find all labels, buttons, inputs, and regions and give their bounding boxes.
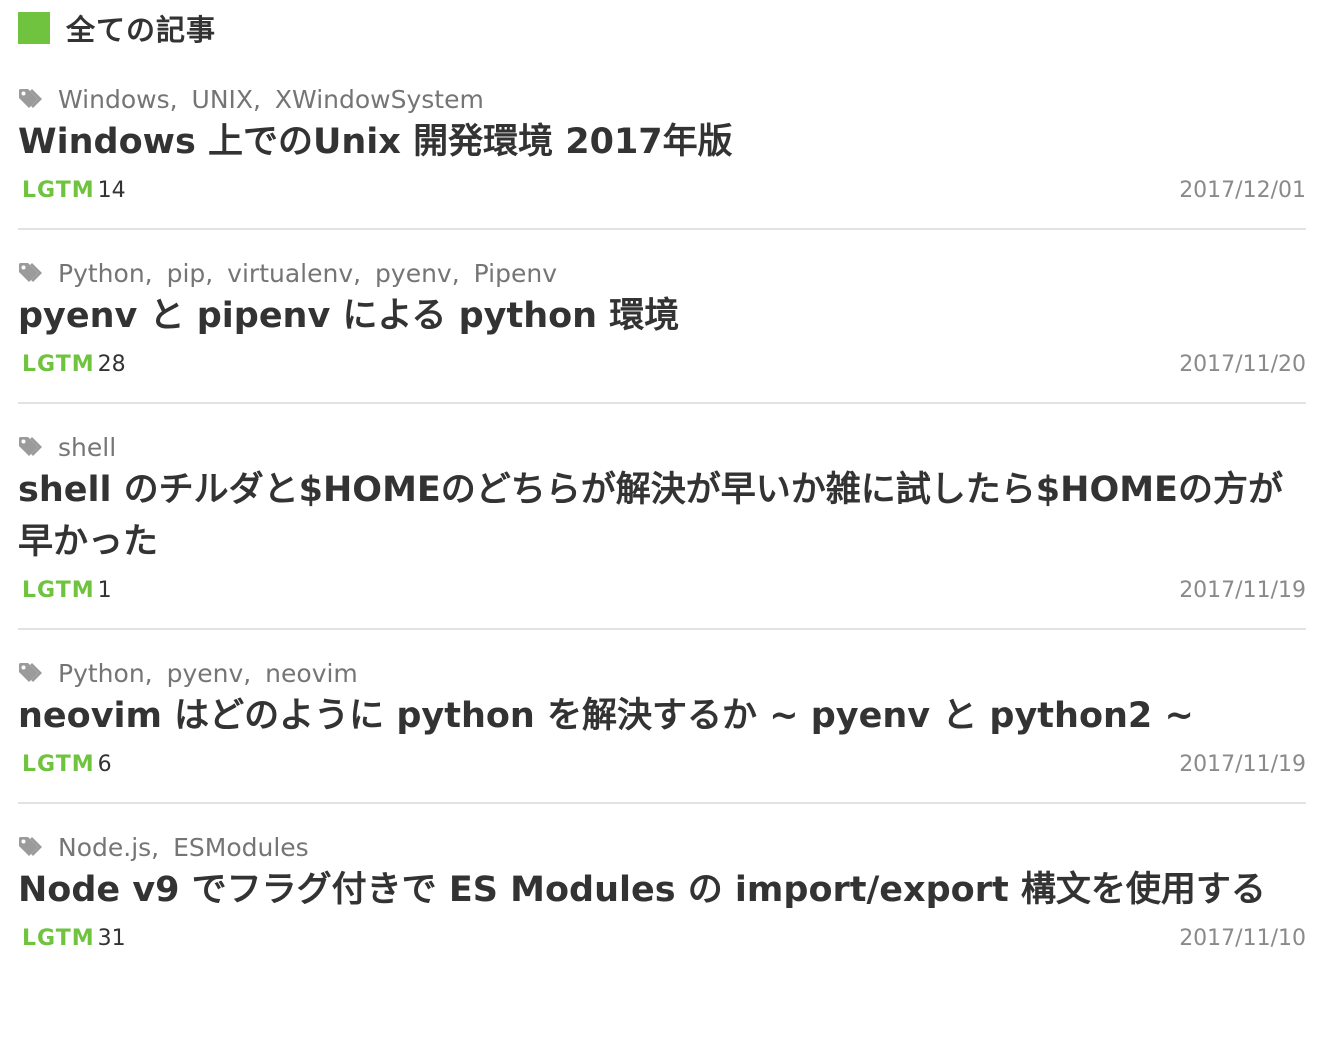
article-meta: LGTM 31 2017/11/10	[18, 916, 1306, 976]
lgtm-count: 14	[97, 177, 126, 203]
tag-link[interactable]: Pipenv	[474, 259, 557, 288]
article-tags: shell	[18, 404, 1306, 464]
article-date: 2017/11/19	[1179, 751, 1306, 777]
tags-icon	[19, 263, 42, 282]
lgtm-counter: LGTM 28	[22, 352, 126, 377]
tag-link[interactable]: Python	[58, 659, 145, 688]
tag-link[interactable]: pyenv	[375, 259, 452, 288]
lgtm-label: LGTM	[22, 351, 95, 377]
article-meta: LGTM 14 2017/12/01	[18, 168, 1306, 228]
article-meta: LGTM 28 2017/11/20	[18, 342, 1306, 402]
tag-link[interactable]: XWindowSystem	[275, 85, 484, 114]
tag-list: Python, pip, virtualenv, pyenv, Pipenv	[58, 258, 557, 288]
article-title-link[interactable]: Windows 上でのUnix 開発環境 2017年版	[18, 116, 1306, 168]
tag-link[interactable]: pip	[167, 259, 206, 288]
tags-icon	[19, 437, 42, 456]
lgtm-count: 6	[97, 751, 112, 777]
article-list-container: 全ての記事 Windows, UNIX, XWindowSystem Windo…	[18, 0, 1306, 976]
tag-list: Windows, UNIX, XWindowSystem	[58, 84, 484, 114]
tag-link[interactable]: shell	[58, 433, 116, 462]
section-title: 全ての記事	[66, 13, 217, 47]
article-date: 2017/11/10	[1179, 925, 1306, 951]
tag-link[interactable]: Windows	[58, 85, 170, 114]
tags-icon	[19, 837, 42, 856]
lgtm-label: LGTM	[22, 577, 95, 603]
lgtm-counter: LGTM 14	[22, 178, 126, 203]
tag-list: Node.js, ESModules	[58, 832, 309, 862]
section-marker	[18, 12, 50, 44]
section-header: 全ての記事	[18, 0, 1306, 56]
lgtm-label: LGTM	[22, 751, 95, 777]
article-tags: Node.js, ESModules	[18, 804, 1306, 864]
article-date: 2017/12/01	[1179, 177, 1306, 203]
tag-link[interactable]: UNIX	[192, 85, 254, 114]
article-title-link[interactable]: Node v9 でフラグ付きで ES Modules の import/expo…	[18, 864, 1306, 916]
tag-link[interactable]: Python	[58, 259, 145, 288]
tag-list: Python, pyenv, neovim	[58, 658, 358, 688]
tags-icon	[19, 89, 42, 108]
article-item: Windows, UNIX, XWindowSystem Windows 上での…	[18, 56, 1306, 230]
article-tags: Python, pip, virtualenv, pyenv, Pipenv	[18, 230, 1306, 290]
lgtm-count: 1	[97, 577, 112, 603]
tag-link[interactable]: neovim	[265, 659, 358, 688]
article-item: Python, pip, virtualenv, pyenv, Pipenv p…	[18, 230, 1306, 404]
tag-link[interactable]: virtualenv	[227, 259, 353, 288]
article-meta: LGTM 1 2017/11/19	[18, 568, 1306, 628]
article-title-link[interactable]: shell のチルダと$HOMEのどちらが解決が早いか雑に試したら$HOMEの方…	[18, 464, 1306, 568]
article-tags: Windows, UNIX, XWindowSystem	[18, 56, 1306, 116]
lgtm-label: LGTM	[22, 177, 95, 203]
tag-link[interactable]: Node.js	[58, 833, 151, 862]
lgtm-label: LGTM	[22, 925, 95, 951]
lgtm-count: 31	[97, 925, 126, 951]
article-date: 2017/11/19	[1179, 577, 1306, 603]
tag-list: shell	[58, 433, 116, 462]
lgtm-count: 28	[97, 351, 126, 377]
article-title-link[interactable]: neovim はどのように python を解決するか ~ pyenv と py…	[18, 690, 1306, 742]
tags-icon	[19, 663, 42, 682]
article-title-link[interactable]: pyenv と pipenv による python 環境	[18, 290, 1306, 342]
article-tags: Python, pyenv, neovim	[18, 630, 1306, 690]
article-meta: LGTM 6 2017/11/19	[18, 742, 1306, 802]
tag-link[interactable]: pyenv	[167, 659, 244, 688]
lgtm-counter: LGTM 1	[22, 578, 112, 603]
article-item: Node.js, ESModules Node v9 でフラグ付きで ES Mo…	[18, 804, 1306, 976]
article-date: 2017/11/20	[1179, 351, 1306, 377]
lgtm-counter: LGTM 31	[22, 926, 126, 951]
tag-link[interactable]: ESModules	[173, 833, 309, 862]
lgtm-counter: LGTM 6	[22, 752, 112, 777]
article-item: Python, pyenv, neovim neovim はどのように pyth…	[18, 630, 1306, 804]
article-item: shell shell のチルダと$HOMEのどちらが解決が早いか雑に試したら$…	[18, 404, 1306, 630]
